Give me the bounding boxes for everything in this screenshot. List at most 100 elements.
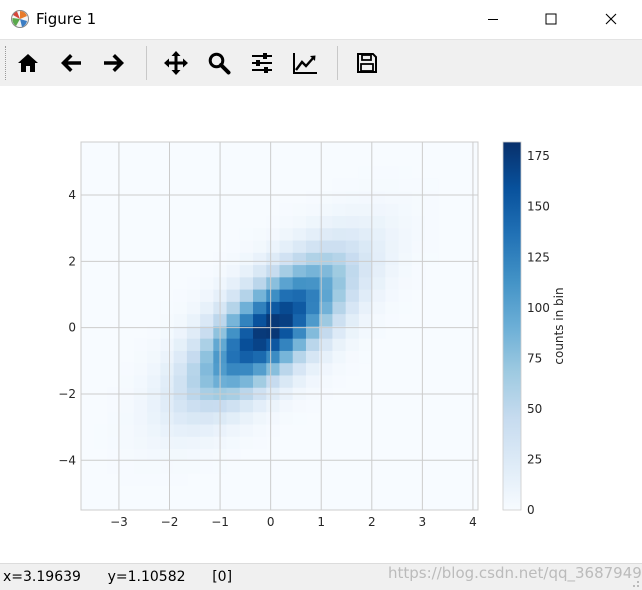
heatmap-cell (372, 215, 386, 229)
heatmap-cell (253, 276, 267, 290)
heatmap-cell (332, 178, 347, 192)
heatmap-cell (292, 338, 307, 351)
x-tick-label: −2 (161, 515, 179, 529)
heatmap-cell (253, 252, 267, 266)
magnifier-icon (208, 52, 231, 75)
window-titlebar[interactable]: Figure 1 (0, 0, 642, 38)
figure-canvas[interactable]: −3 −2 −1 0 1 2 3 4 −4 −2 0 2 4 0 25 50 75 100 125 150 175 … (0, 86, 642, 562)
heatmap-cell (253, 240, 267, 253)
heatmap-cell (292, 215, 307, 229)
heatmap-cell (411, 264, 426, 278)
heatmap-cell (173, 424, 188, 437)
edit-axes-button[interactable] (287, 46, 323, 80)
heatmap-cell (147, 362, 161, 376)
colorbar-tick-label: 125 (527, 250, 550, 264)
heatmap-cell (200, 276, 214, 290)
y-tick-label: −4 (58, 453, 76, 467)
navigation-toolbar (0, 39, 642, 87)
matplotlib-app-icon (11, 10, 29, 28)
heatmap-cell (226, 313, 241, 327)
heatmap-cell (94, 424, 108, 437)
heatmap-cell (305, 350, 320, 364)
maximize-icon (545, 13, 557, 25)
heatmap-cell (226, 362, 241, 376)
heatmap-cell (226, 350, 241, 364)
heatmap-cell (186, 289, 201, 302)
pan-button[interactable] (158, 46, 194, 80)
heatmap-cell (305, 399, 320, 413)
heatmap-cell (279, 301, 294, 315)
heatmap-cell (332, 215, 347, 229)
heatmap-cell (239, 338, 254, 351)
toolbar-grip[interactable] (5, 46, 8, 80)
heatmap-cell (279, 227, 294, 241)
heatmap-cell (253, 362, 267, 376)
heatmap-cell (266, 313, 280, 327)
heatmap-cell (385, 240, 399, 253)
heatmap-cell (226, 276, 241, 290)
heatmap-cell (358, 203, 373, 216)
subplots-button[interactable] (244, 46, 280, 80)
heatmap-cell (332, 227, 347, 241)
heatmap-cell (226, 399, 241, 413)
heatmap-cell (332, 252, 347, 266)
heatmap-cell (358, 338, 373, 351)
heatmap-cell (372, 191, 386, 204)
colorbar-tick-label: 100 (527, 301, 550, 315)
heatmap-cell (186, 411, 201, 425)
x-tick-label: −1 (211, 515, 229, 529)
home-button[interactable] (10, 46, 46, 80)
colorbar-tick-label: 175 (527, 149, 550, 163)
floppy-disk-icon (357, 53, 377, 73)
heatmap-cell (200, 264, 214, 278)
heatmap-cell (266, 399, 280, 413)
back-button[interactable] (53, 46, 89, 80)
heatmap-cell (372, 289, 386, 302)
save-button[interactable] (349, 46, 385, 80)
heatmap-cell (200, 350, 214, 364)
heatmap-cell (173, 448, 188, 462)
heatmap-cell (239, 301, 254, 315)
maximize-button[interactable] (528, 0, 574, 38)
hist2d-chart[interactable]: −3 −2 −1 0 1 2 3 4 −4−2024 0255075100125150175 … (0, 86, 642, 562)
heatmap-cell (345, 350, 360, 364)
heatmap-cell (358, 252, 373, 266)
heatmap-cell (398, 227, 413, 241)
window-title: Figure 1 (36, 10, 97, 28)
heatmap-cell (239, 240, 254, 253)
heatmap-cell (200, 313, 214, 327)
heatmap-cell (305, 240, 320, 253)
heatmap-cell (411, 178, 426, 192)
heatmap-cell (358, 240, 373, 253)
heatmap-cell (160, 448, 175, 462)
heatmap-cell (239, 276, 254, 290)
heatmap-cell (200, 411, 214, 425)
heatmap-cell (411, 252, 426, 266)
heatmap-cell (160, 313, 175, 327)
move-icon (164, 51, 188, 75)
heatmap-cell (385, 178, 399, 192)
heatmap-cell (239, 436, 254, 450)
close-button[interactable] (588, 0, 634, 38)
heatmap-cell (292, 252, 307, 266)
minimize-button[interactable] (470, 0, 516, 38)
heatmap-cell (385, 215, 399, 229)
heatmap-cell (160, 375, 175, 388)
heatmap-cell (332, 301, 347, 315)
heatmap-cell (332, 264, 347, 278)
resize-grip-icon[interactable] (630, 578, 640, 588)
heatmap-cell (133, 460, 148, 474)
heatmap-cell (266, 338, 280, 351)
heatmap-cell (279, 264, 294, 278)
heatmap-cell (292, 399, 307, 413)
forward-button[interactable] (96, 46, 132, 80)
zoom-button[interactable] (201, 46, 237, 80)
heatmap-cell (253, 338, 267, 351)
heatmap-cell (266, 424, 280, 437)
heatmap-cell (398, 166, 413, 180)
heatmap-cell (411, 240, 426, 253)
heatmap-cell (253, 289, 267, 302)
heatmap-cell (160, 350, 175, 364)
heatmap-cell (147, 424, 161, 437)
y-tick-label: −2 (58, 387, 76, 401)
